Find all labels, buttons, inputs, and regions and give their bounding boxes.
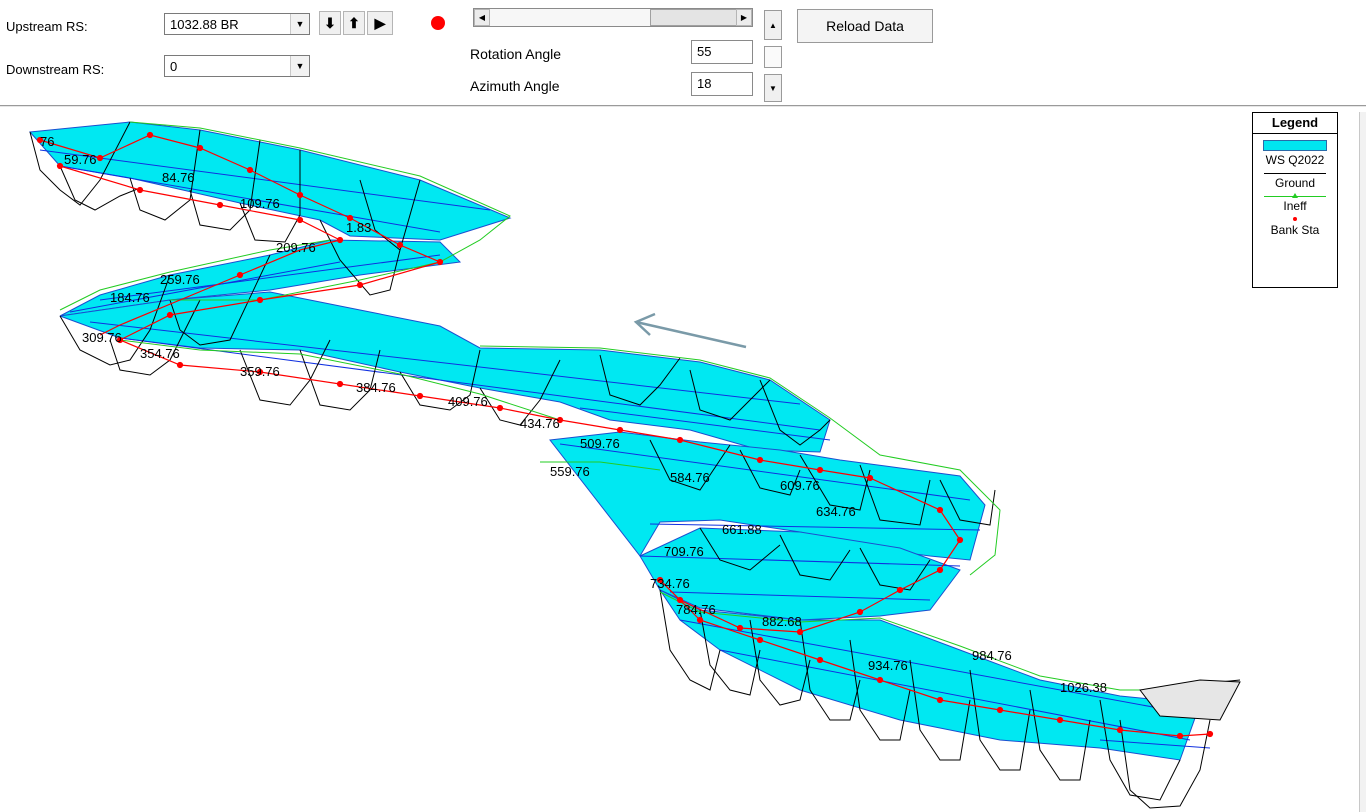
upstream-rs-value: 1032.88 BR [170,17,239,32]
station-label: 661.88 [722,522,762,537]
station-label: 209.76 [276,240,316,255]
station-label: 634.76 [816,504,856,519]
legend-item-bank: Bank Sta [1253,217,1337,237]
flow-direction-arrow [633,312,747,349]
station-label: 359.76 [240,364,280,379]
vertical-scrollbar[interactable] [1359,112,1366,812]
station-label: 882.68 [762,614,802,629]
legend-label: Ground [1274,176,1316,190]
play-animation-button[interactable]: ▶ [367,11,393,35]
station-label: 434.76 [520,416,560,431]
arrow-down-button[interactable]: ⬇ [319,11,341,35]
ws-swatch-icon [1263,140,1327,151]
toolbar: Upstream RS: 1032.88 BR ▼ Downstream RS:… [0,0,1366,104]
legend: Legend WS Q2022 Ground Ineff Bank Sta [1252,112,1338,288]
station-label: 259.76 [160,272,200,287]
station-label: 709.76 [664,544,704,559]
scroll-right-icon[interactable]: ▶ [736,9,752,26]
play-icon: ▶ [374,14,386,31]
station-label: 509.76 [580,436,620,451]
station-label: 984.76 [972,648,1012,663]
station-label: 76 [40,134,54,149]
spin-track[interactable] [764,46,782,68]
upstream-rs-label: Upstream RS: [6,19,88,34]
azimuth-angle-value: 18 [697,76,712,91]
station-label: 609.76 [780,478,820,493]
scroll-left-icon[interactable]: ◀ [474,9,490,26]
station-label: 784.76 [676,602,716,617]
legend-item-ineff: Ineff [1253,193,1337,213]
station-label: 384.76 [356,380,396,395]
legend-item-ws: WS Q2022 [1253,140,1337,167]
chevron-down-icon[interactable]: ▼ [290,14,309,34]
arrow-down-icon: ⬇ [324,14,336,31]
spin-down-icon[interactable]: ▼ [764,74,782,102]
azimuth-angle-label: Azimuth Angle [470,78,560,94]
station-label: 354.76 [140,346,180,361]
legend-label: Bank Sta [1270,223,1320,237]
station-label: 184.76 [110,290,150,305]
record-icon [431,16,445,30]
downstream-rs-label: Downstream RS: [6,62,105,77]
ground-line-icon [1264,173,1326,174]
station-label: 1026.38 [1060,680,1107,695]
station-label: 934.76 [868,658,908,673]
station-label: 59.76 [64,152,97,167]
rotation-angle-value: 55 [697,44,712,59]
xs-3d-perspective-plot[interactable]: 76 59.76 84.76 109.76 1.83 209.76 259.76… [0,107,1360,812]
chevron-down-icon[interactable]: ▼ [290,56,309,76]
station-label: 734.76 [650,576,690,591]
arrow-up-icon: ⬆ [348,14,360,31]
ineff-line-icon [1264,193,1326,198]
station-label: 409.76 [448,394,488,409]
legend-item-ground: Ground [1253,173,1337,190]
legend-label: Ineff [1283,199,1307,213]
station-label: 109.76 [240,196,280,211]
azimuth-angle-input[interactable]: 18 [691,72,753,96]
rotation-angle-label: Rotation Angle [470,46,562,62]
downstream-rs-select[interactable]: 0 ▼ [164,55,310,77]
downstream-rs-value: 0 [170,59,178,74]
bank-dot-icon [1293,217,1297,221]
station-label: 1.83 [346,220,371,235]
rotation-angle-input[interactable]: 55 [691,40,753,64]
legend-title: Legend [1253,113,1337,134]
spin-up-icon[interactable]: ▲ [764,10,782,40]
station-label: 309.76 [82,330,122,345]
arrow-up-button[interactable]: ⬆ [343,11,365,35]
ws-segment-6 [658,588,1201,761]
station-labels: 76 59.76 84.76 109.76 1.83 209.76 259.76… [40,134,1107,695]
legend-label: WS Q2022 [1265,153,1325,167]
record-button[interactable] [425,11,451,35]
rotation-slider[interactable]: ◀ ▶ [473,8,753,27]
slider-thumb[interactable] [650,9,740,26]
upstream-rs-select[interactable]: 1032.88 BR ▼ [164,13,310,35]
reload-data-button[interactable]: Reload Data [797,9,933,43]
station-label: 559.76 [550,464,590,479]
station-label: 584.76 [670,470,710,485]
station-label: 84.76 [162,170,195,185]
